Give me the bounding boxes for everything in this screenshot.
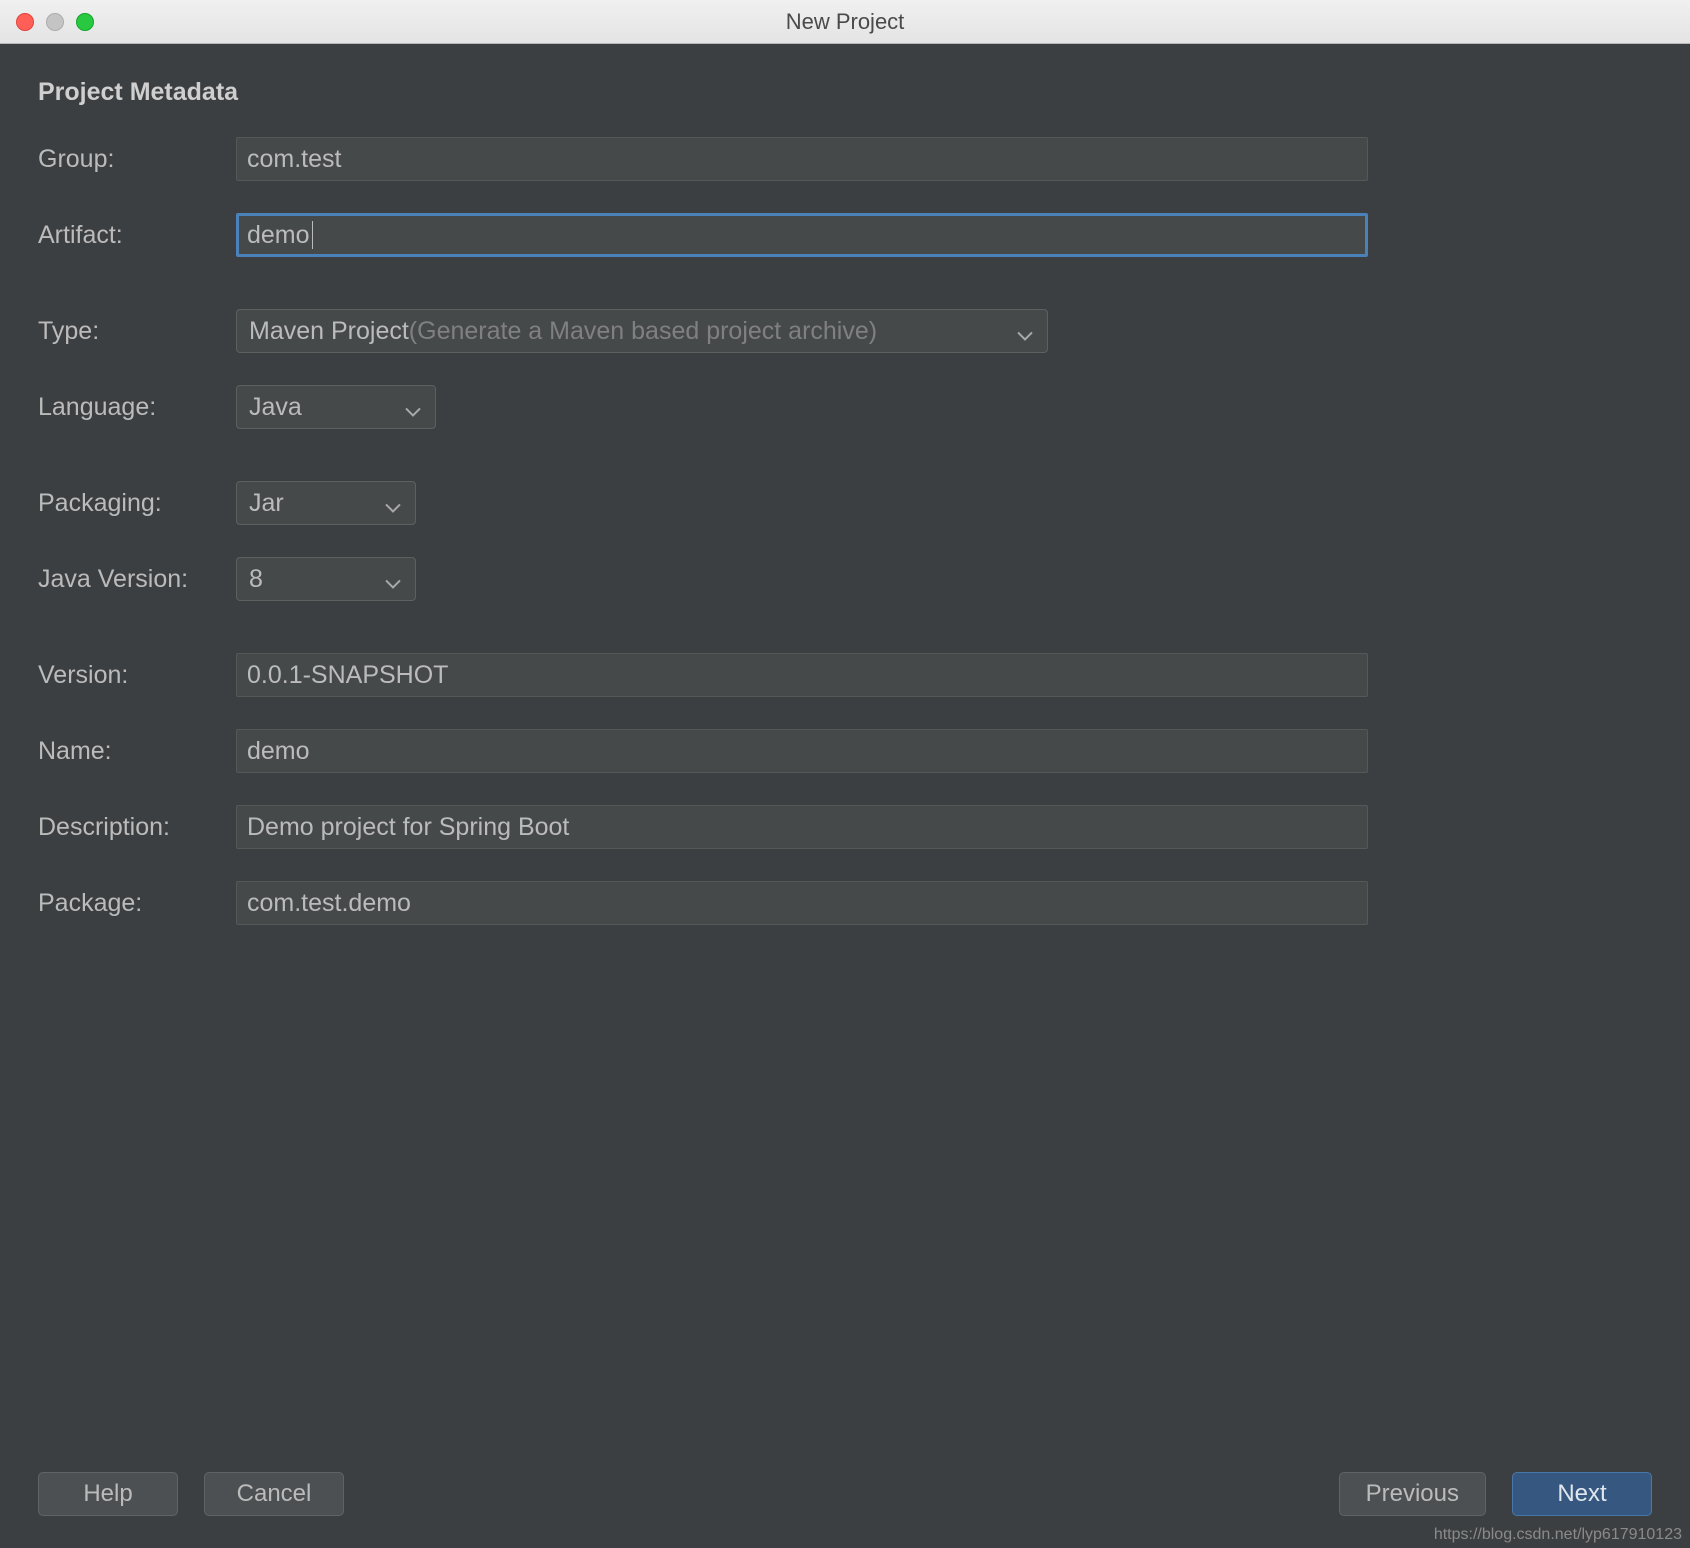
chevron-down-icon (405, 395, 421, 424)
name-input-text[interactable] (247, 730, 1357, 772)
package-input[interactable] (236, 881, 1368, 925)
java-version-label: Java Version: (38, 565, 236, 594)
group-input[interactable] (236, 137, 1368, 181)
next-button[interactable]: Next (1512, 1472, 1652, 1516)
chevron-down-icon (385, 491, 401, 520)
version-label: Version: (38, 661, 236, 690)
type-select-value: Maven Project (249, 317, 409, 346)
type-select[interactable]: Maven Project (Generate a Maven based pr… (236, 309, 1048, 353)
artifact-label: Artifact: (38, 221, 236, 250)
packaging-select[interactable]: Jar (236, 481, 416, 525)
packaging-select-value: Jar (249, 489, 284, 518)
chevron-down-icon (1017, 319, 1033, 348)
text-caret (312, 221, 313, 249)
group-input-text[interactable] (247, 138, 1357, 180)
cancel-button[interactable]: Cancel (204, 1472, 344, 1516)
maximize-icon[interactable] (76, 13, 94, 31)
language-select-value: Java (249, 393, 302, 422)
help-button[interactable]: Help (38, 1472, 178, 1516)
dialog-content: Project Metadata Group: Artifact: demo T… (0, 44, 1690, 1548)
java-version-select-value: 8 (249, 565, 263, 594)
version-input-text[interactable] (247, 654, 1357, 696)
chevron-down-icon (385, 567, 401, 596)
metadata-form: Group: Artifact: demo Type: Maven Projec… (38, 137, 1652, 957)
description-label: Description: (38, 813, 236, 842)
new-project-dialog: New Project Project Metadata Group: Arti… (0, 0, 1690, 1548)
java-version-select[interactable]: 8 (236, 557, 416, 601)
titlebar: New Project (0, 0, 1690, 44)
section-title: Project Metadata (38, 78, 1652, 107)
artifact-input-text[interactable]: demo (247, 221, 310, 250)
watermark: https://blog.csdn.net/lyp617910123 (1434, 1526, 1682, 1544)
package-input-text[interactable] (247, 882, 1357, 924)
artifact-input[interactable]: demo (236, 213, 1368, 257)
description-input-text[interactable] (247, 806, 1357, 848)
group-label: Group: (38, 145, 236, 174)
language-select[interactable]: Java (236, 385, 436, 429)
type-label: Type: (38, 317, 236, 346)
previous-button[interactable]: Previous (1339, 1472, 1486, 1516)
dialog-footer: Help Cancel Previous Next (38, 1472, 1652, 1524)
window-title: New Project (0, 0, 1690, 44)
version-input[interactable] (236, 653, 1368, 697)
packaging-label: Packaging: (38, 489, 236, 518)
type-select-hint: (Generate a Maven based project archive) (409, 317, 877, 346)
name-input[interactable] (236, 729, 1368, 773)
description-input[interactable] (236, 805, 1368, 849)
language-label: Language: (38, 393, 236, 422)
minimize-icon[interactable] (46, 13, 64, 31)
traffic-lights (0, 13, 94, 31)
name-label: Name: (38, 737, 236, 766)
package-label: Package: (38, 889, 236, 918)
close-icon[interactable] (16, 13, 34, 31)
